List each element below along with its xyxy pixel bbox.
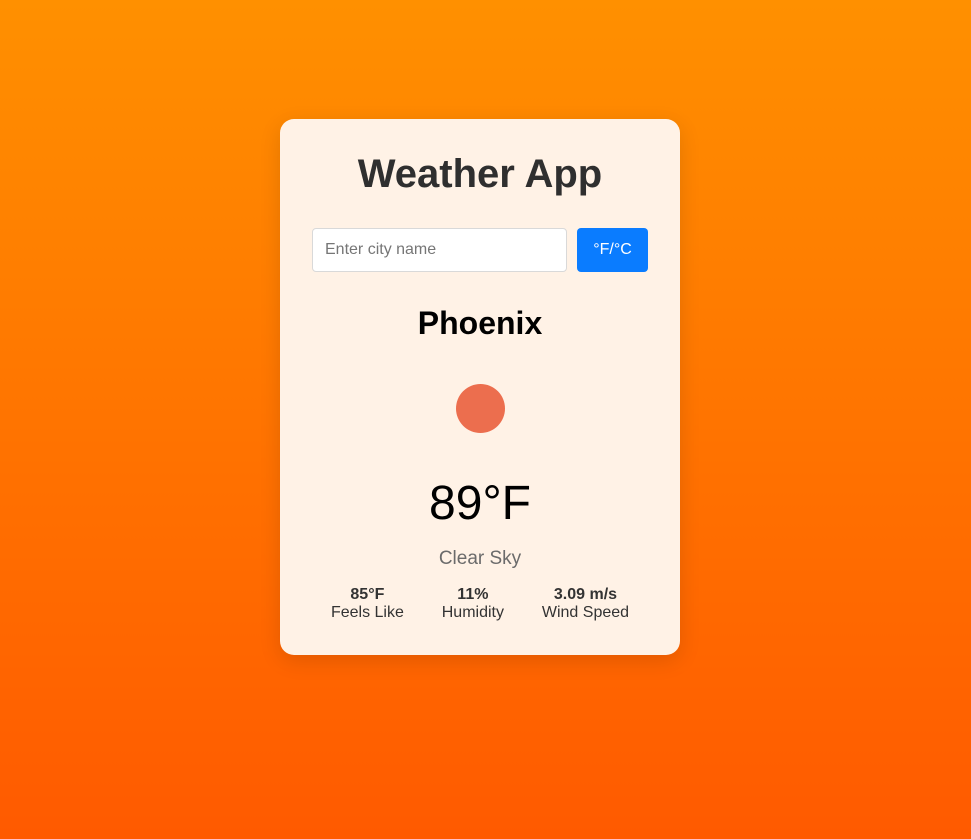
humidity-label: Humidity: [441, 604, 504, 621]
weather-details: 85°F Feels Like 11% Humidity 3.09 m/s Wi…: [312, 586, 648, 622]
weather-card: Weather App °F/°C Phoenix 89°F Clear Sky…: [280, 119, 680, 655]
detail-wind-speed: 3.09 m/s Wind Speed: [542, 586, 629, 622]
unit-toggle-button[interactable]: °F/°C: [577, 228, 648, 272]
detail-humidity: 11% Humidity: [442, 586, 504, 622]
app-title: Weather App: [357, 152, 603, 196]
humidity-value: 11%: [457, 586, 489, 603]
sun-icon: [456, 384, 505, 433]
weather-description: Clear Sky: [438, 548, 522, 569]
search-row: °F/°C: [312, 228, 648, 272]
feels-like-value: 85°F: [350, 586, 385, 603]
temperature: 89°F: [429, 477, 531, 530]
wind-speed-label: Wind Speed: [541, 604, 630, 621]
feels-like-label: Feels Like: [330, 604, 404, 621]
city-name: Phoenix: [417, 305, 543, 341]
city-search-input[interactable]: [312, 228, 567, 272]
wind-speed-value: 3.09 m/s: [553, 586, 618, 603]
detail-feels-like: 85°F Feels Like: [331, 586, 404, 622]
